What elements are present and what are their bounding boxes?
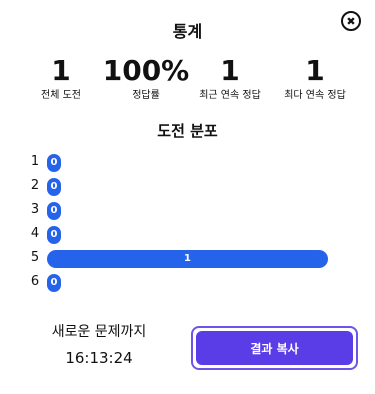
distribution-title: 도전 분포 <box>157 122 218 140</box>
stat-max-streak: 1 최다 연속 정답 <box>260 55 370 103</box>
close-icon[interactable]: ✖ <box>341 11 361 31</box>
distribution-bar: 0 <box>47 154 61 172</box>
guess-number: 4 <box>30 226 40 241</box>
close-glyph: ✖ <box>346 14 356 28</box>
distribution-bar: 0 <box>47 202 61 220</box>
distribution-row: 5 1 <box>0 248 375 268</box>
guess-number: 2 <box>30 178 40 193</box>
distribution-row: 3 0 <box>0 200 375 220</box>
next-puzzle-countdown: 새로운 문제까지 16:13:24 <box>0 322 198 368</box>
distribution-row: 1 0 <box>0 152 375 172</box>
distribution-bar: 1 <box>47 250 328 268</box>
countdown-label: 새로운 문제까지 <box>51 324 147 340</box>
stat-value: 1 <box>305 54 325 87</box>
countdown-timer: 16:13:24 <box>65 349 133 367</box>
distribution-bar: 0 <box>47 226 61 244</box>
stat-label: 최다 연속 정답 <box>284 90 346 101</box>
guess-number: 5 <box>30 250 40 265</box>
stats-summary: 1 전체 도전 100% 정답률 1 최근 연속 정답 1 최다 연속 정답 <box>0 55 375 115</box>
guess-number: 3 <box>30 202 40 217</box>
copy-result-label: 결과 복사 <box>196 331 353 365</box>
guess-number: 1 <box>30 154 40 169</box>
guess-number: 6 <box>30 274 40 289</box>
distribution-bar: 0 <box>47 274 61 292</box>
distribution-row: 4 0 <box>0 224 375 244</box>
stats-title: 통계 <box>172 22 203 41</box>
distribution-row: 6 0 <box>0 272 375 292</box>
distribution-row: 2 0 <box>0 176 375 196</box>
copy-result-button[interactable]: 결과 복사 <box>191 326 358 370</box>
distribution-bar: 0 <box>47 178 61 196</box>
